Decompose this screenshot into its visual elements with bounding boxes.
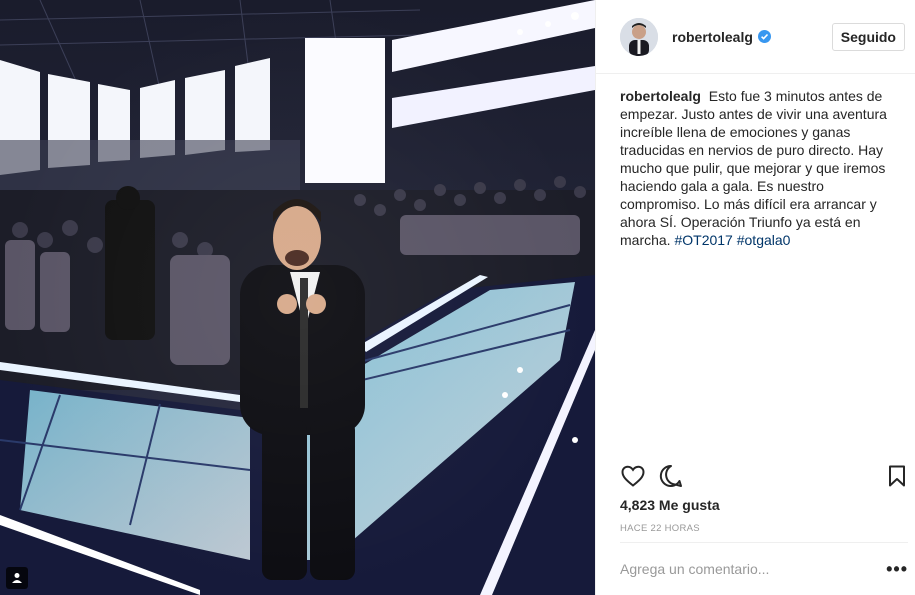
avatar[interactable] [620,17,658,56]
photo-scene [0,0,595,595]
person-tag-icon[interactable] [6,567,28,589]
post-photo[interactable] [0,0,595,595]
hashtag-link[interactable]: #OT2017 [674,232,732,248]
verified-badge-icon [757,30,771,43]
post-caption: robertolealg Esto fue 3 minutos antes de… [596,74,915,249]
action-bar [620,463,910,489]
comment-bar: ••• [620,542,908,595]
likes-count[interactable]: 4,823 Me gusta [620,497,720,513]
hashtag-link[interactable]: #otgala0 [737,232,791,248]
username-link[interactable]: robertolealg [672,29,753,45]
caption-username[interactable]: robertolealg [620,88,701,104]
more-options-button[interactable]: ••• [886,560,908,578]
heart-icon[interactable] [620,463,646,489]
post-details-panel: robertolealg Seguido robertolealg Esto f… [595,0,915,595]
post-timestamp[interactable]: HACE 22 HORAS [620,523,700,534]
post-header: robertolealg Seguido [596,0,915,74]
caption-text: Esto fue 3 minutos antes de empezar. Jus… [620,88,887,248]
comment-input[interactable] [620,561,887,577]
following-button[interactable]: Seguido [831,22,905,51]
comment-icon[interactable] [658,463,684,489]
bookmark-icon[interactable] [884,463,910,489]
